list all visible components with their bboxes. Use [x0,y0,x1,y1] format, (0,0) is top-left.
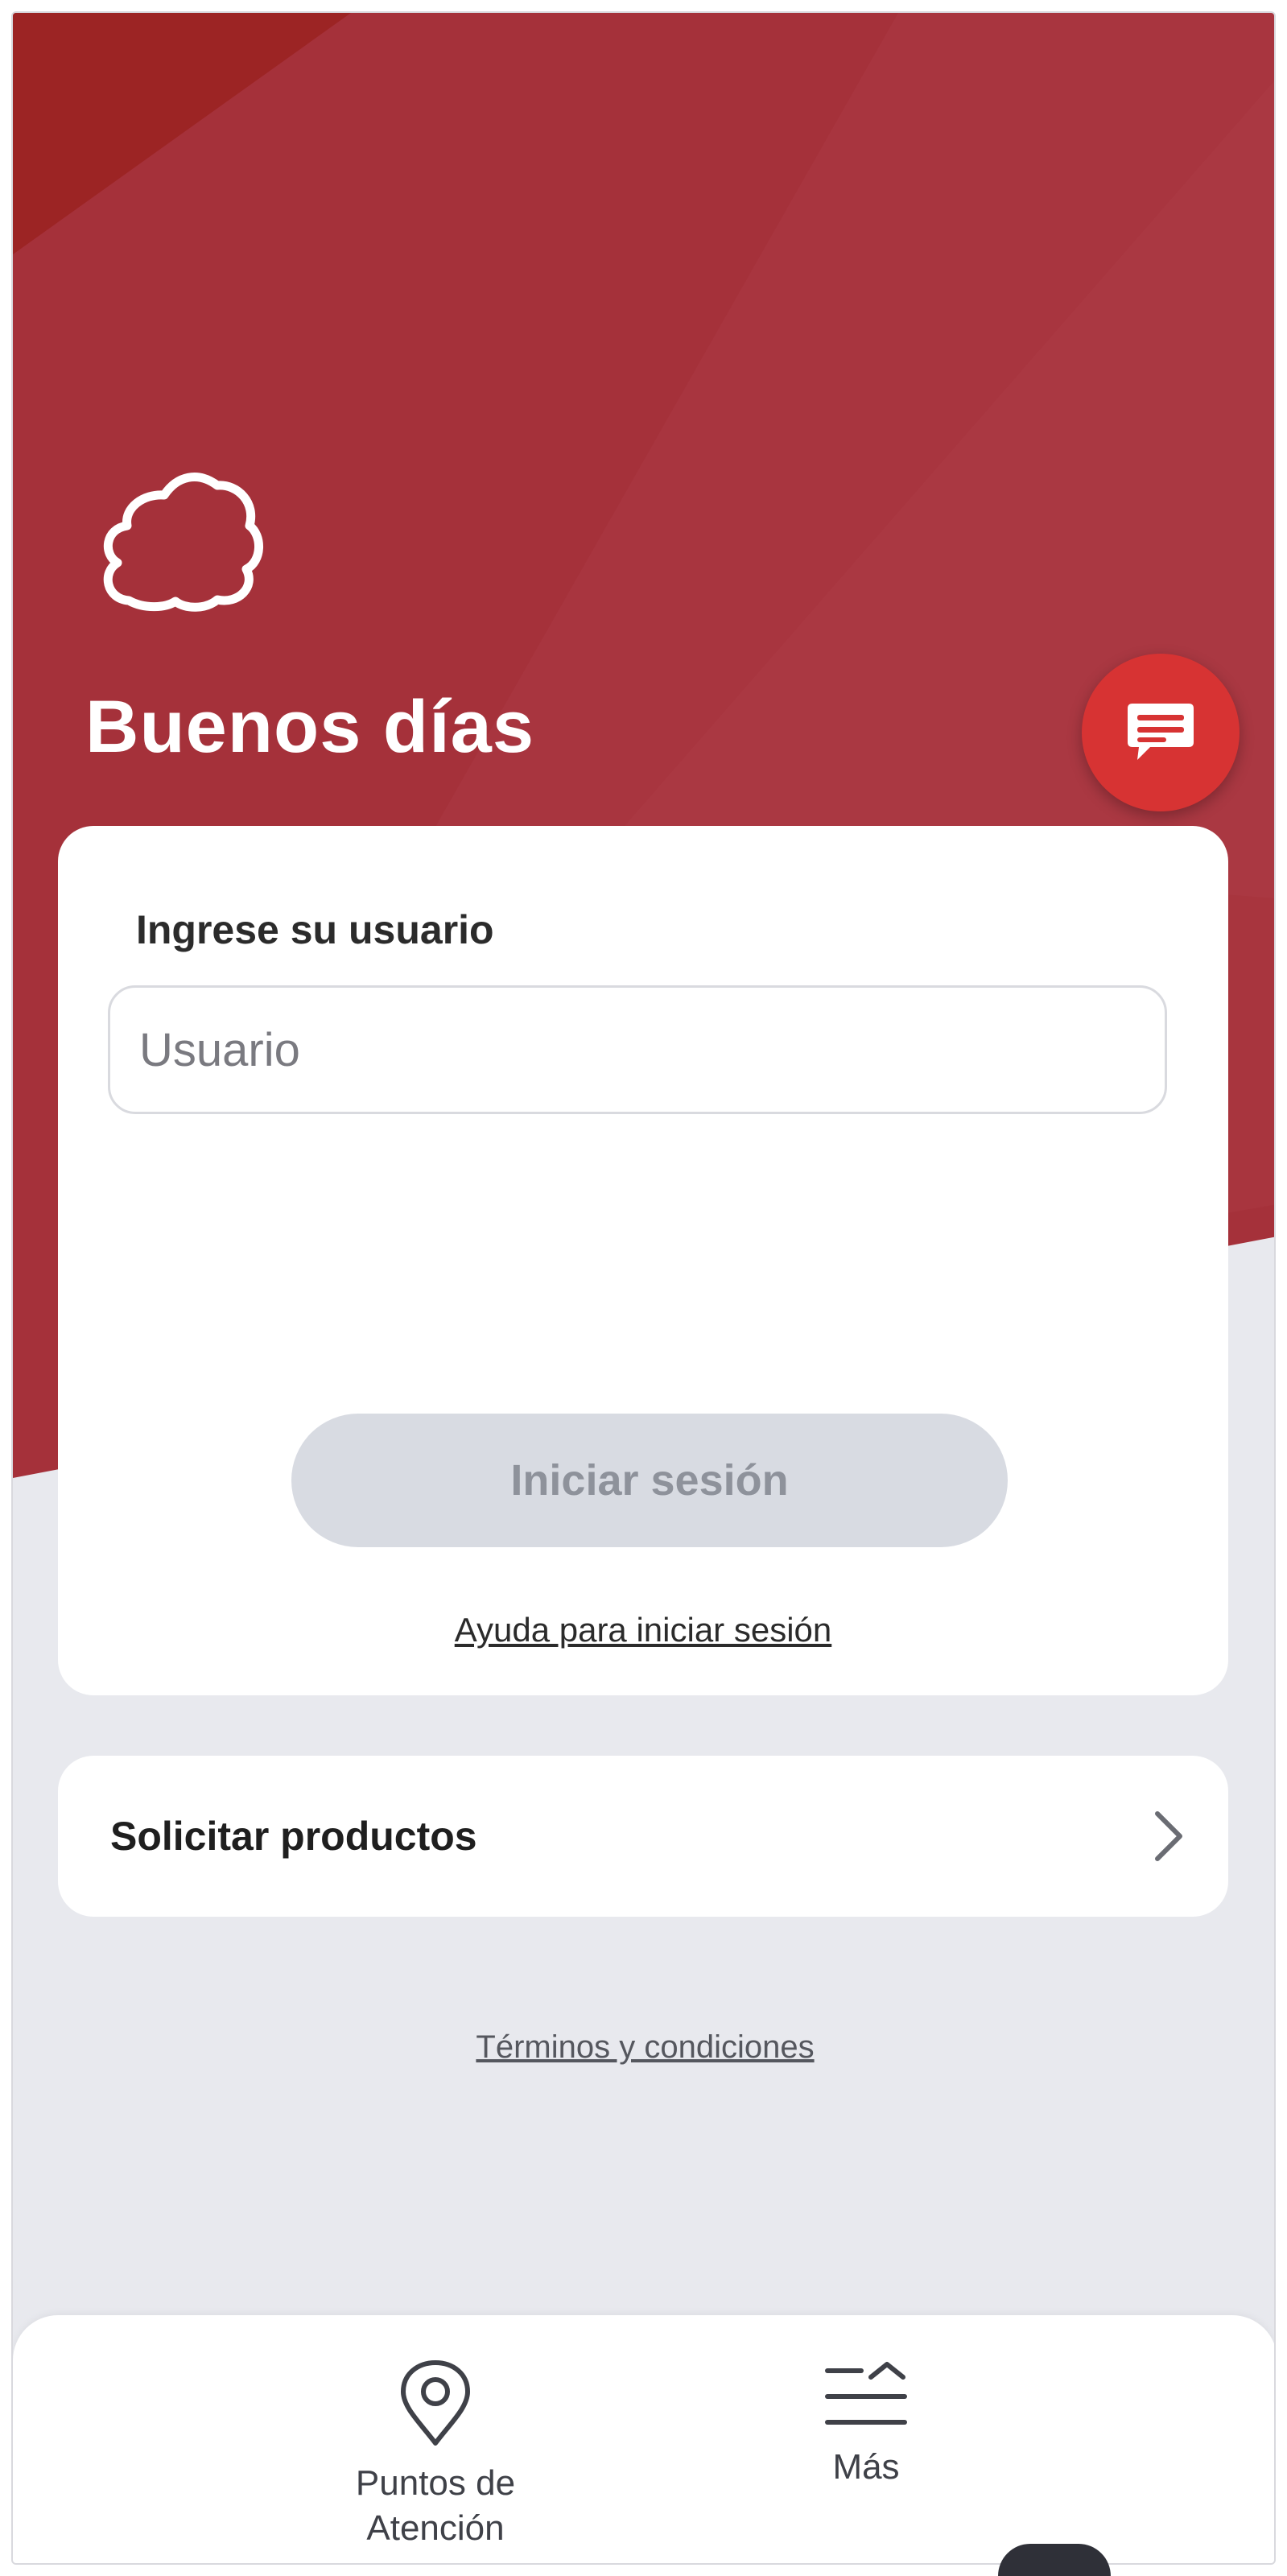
chevron-right-icon [1155,1811,1182,1861]
nav-item-points[interactable]: Puntos de Atención [291,2315,580,2563]
request-products-label: Solicitar productos [110,1814,477,1859]
request-products-item[interactable]: Solicitar productos [58,1756,1228,1917]
chat-bubble-icon [1128,704,1194,760]
greeting-title: Buenos días [85,686,535,768]
location-pin-icon [401,2360,470,2446]
menu-more-icon [825,2362,907,2425]
nav-label-more: Más [832,2447,900,2487]
login-help-link[interactable]: Ayuda para iniciar sesión [58,1611,1228,1649]
house-logo-icon [97,452,266,613]
nav-label-points: Puntos de Atención [355,2463,516,2548]
login-card: Ingrese su usuario Iniciar sesión Ayuda … [58,826,1228,1695]
login-button[interactable]: Iniciar sesión [291,1414,1008,1547]
username-label: Ingrese su usuario [136,907,494,952]
home-indicator [998,2544,1111,2576]
chat-button[interactable] [1082,654,1240,811]
app-screen: Buenos días Ingrese su usuario Iniciar s… [11,11,1276,2565]
username-input[interactable] [108,985,1167,1114]
bottom-nav: Puntos de Atención Más [13,2315,1274,2563]
terms-link[interactable]: Términos y condiciones [13,2029,1274,2066]
nav-item-more[interactable]: Más [721,2315,1011,2563]
